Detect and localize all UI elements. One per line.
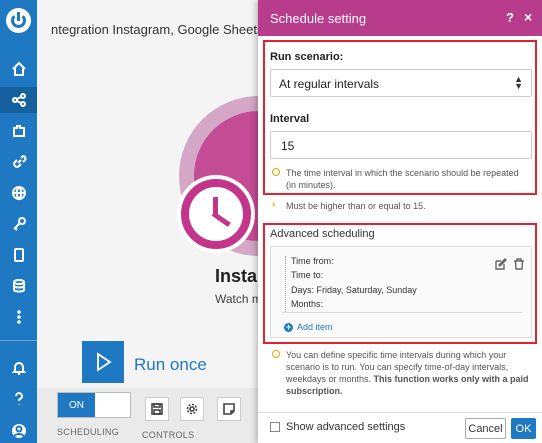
scheduling-toggle[interactable]: ON bbox=[57, 392, 131, 418]
trash-icon[interactable] bbox=[513, 258, 525, 270]
schedule-setting-dialog: Schedule setting ? × Run scenario: At re… bbox=[258, 0, 542, 443]
notes-button[interactable] bbox=[217, 397, 241, 421]
mobile-icon[interactable] bbox=[0, 242, 37, 268]
puzzle-icon[interactable] bbox=[0, 118, 37, 144]
lightbulb-icon bbox=[272, 168, 280, 178]
lightbulb-icon bbox=[272, 350, 280, 360]
dialog-footer: Show advanced settings Cancel OK bbox=[258, 412, 542, 443]
tree-line bbox=[285, 256, 286, 312]
globe-icon[interactable] bbox=[0, 180, 37, 206]
module-subtitle: Watch m bbox=[215, 292, 262, 306]
link-icon[interactable] bbox=[0, 149, 37, 175]
scheduling-label: SCHEDULING bbox=[57, 427, 120, 437]
more-vertical-icon[interactable] bbox=[0, 304, 37, 330]
note-icon bbox=[223, 403, 235, 415]
sidebar bbox=[0, 0, 37, 443]
edit-icon[interactable] bbox=[495, 258, 507, 270]
interval-input[interactable]: 15 bbox=[270, 131, 532, 159]
module-name: Insta bbox=[215, 266, 258, 286]
interval-hint: The time interval in which the scenario … bbox=[286, 168, 519, 190]
days-label: Days: bbox=[291, 285, 315, 295]
close-icon[interactable]: × bbox=[524, 9, 532, 25]
bell-icon[interactable] bbox=[0, 355, 37, 381]
help-icon[interactable]: ? bbox=[506, 10, 514, 25]
advanced-hint: You can define specific time intervals d… bbox=[286, 349, 534, 397]
select-arrows-icon: ▲ ▼ bbox=[514, 74, 523, 91]
add-item-button[interactable]: + Add item bbox=[284, 322, 333, 332]
interval-label: Interval bbox=[270, 113, 310, 125]
help-icon[interactable] bbox=[0, 386, 37, 412]
avatar[interactable] bbox=[0, 418, 37, 443]
run-scenario-select[interactable]: At regular intervals ▲ ▼ bbox=[270, 69, 532, 97]
show-advanced-label[interactable]: Show advanced settings bbox=[286, 421, 405, 433]
days-value: Friday, Saturday, Sunday bbox=[316, 285, 417, 295]
run-once-button[interactable] bbox=[82, 341, 124, 383]
sidebar-divider bbox=[0, 340, 37, 341]
add-item-label: Add item bbox=[297, 322, 333, 332]
time-from-label: Time from: bbox=[291, 256, 334, 266]
controls-label: CONTROLS bbox=[142, 430, 195, 440]
ok-button[interactable]: OK bbox=[511, 418, 536, 439]
run-scenario-label: Run scenario: bbox=[270, 51, 344, 63]
cancel-button[interactable]: Cancel bbox=[465, 418, 506, 439]
settings-button[interactable] bbox=[180, 397, 204, 421]
dialog-header: Schedule setting ? × bbox=[258, 0, 542, 36]
plus-icon: + bbox=[284, 321, 293, 332]
dialog-title: Schedule setting bbox=[270, 11, 367, 26]
scenario-title: ntegration Instagram, Google Sheets bbox=[51, 22, 264, 37]
play-icon bbox=[97, 352, 112, 372]
toggle-on-label: ON bbox=[58, 393, 95, 417]
gear-icon bbox=[186, 403, 198, 415]
advanced-scheduling-label: Advanced scheduling bbox=[270, 228, 375, 240]
home-icon[interactable] bbox=[0, 56, 37, 82]
run-once-label[interactable]: Run once bbox=[134, 355, 207, 375]
logo-icon[interactable] bbox=[6, 8, 31, 33]
key-icon[interactable] bbox=[0, 211, 37, 237]
advanced-separator bbox=[282, 312, 523, 313]
interval-validation: Must be higher than or equal to 15. bbox=[286, 201, 426, 211]
share-icon[interactable] bbox=[0, 87, 37, 113]
database-icon[interactable] bbox=[0, 273, 37, 299]
days-row: Days: Friday, Saturday, Sunday bbox=[291, 285, 417, 295]
months-label: Months: bbox=[291, 299, 324, 309]
chevron-right-icon: › bbox=[272, 199, 276, 210]
save-button[interactable] bbox=[145, 397, 169, 421]
save-icon bbox=[151, 403, 163, 415]
run-scenario-value: At regular intervals bbox=[279, 77, 380, 91]
time-to-label: Time to: bbox=[291, 270, 324, 280]
show-advanced-checkbox[interactable] bbox=[270, 422, 280, 432]
clock-icon[interactable] bbox=[177, 175, 255, 253]
